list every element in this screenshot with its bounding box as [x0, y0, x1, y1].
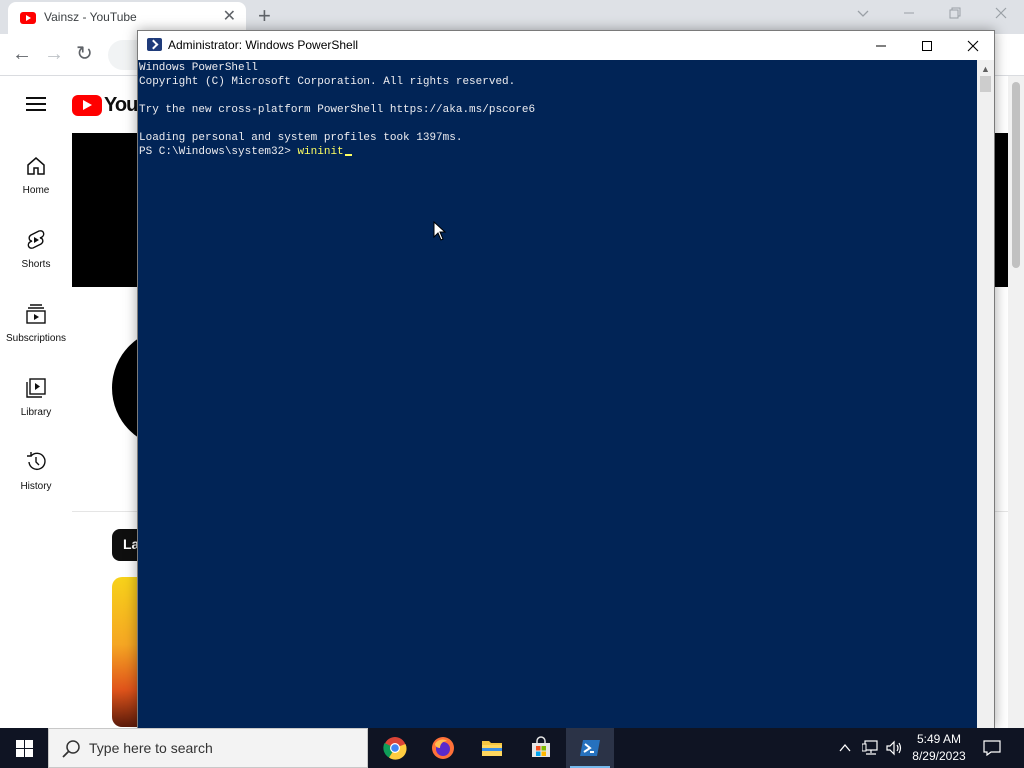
close-icon: [967, 40, 979, 51]
powershell-scrollbar[interactable]: ▲: [977, 60, 994, 728]
back-button[interactable]: ←: [12, 44, 32, 64]
browser-close-icon[interactable]: [994, 6, 1008, 25]
console-line: Loading personal and system profiles too…: [139, 132, 463, 144]
history-icon: [0, 451, 72, 475]
taskbar: Type here to search 5:49 AM 8/29/2023: [0, 728, 1024, 768]
youtube-logo-icon[interactable]: [72, 95, 102, 116]
notification-icon: [983, 740, 1001, 756]
minimize-icon: [876, 45, 886, 46]
page-scrollbar-thumb[interactable]: [1012, 82, 1020, 268]
powershell-window: Administrator: Windows PowerShell Window…: [137, 30, 995, 728]
sidebar-item-label: History: [20, 481, 52, 492]
browser-restore-icon[interactable]: [948, 6, 962, 25]
microsoft-store-icon: [532, 736, 550, 757]
search-placeholder: Type here to search: [89, 740, 213, 756]
sidebar-item-label: Library: [20, 407, 52, 418]
hamburger-menu-icon[interactable]: [26, 97, 46, 115]
browser-minimize-icon[interactable]: [902, 6, 916, 25]
sidebar-item-subscriptions[interactable]: Subscriptions: [0, 303, 72, 344]
sidebar-item-label: Home: [22, 185, 50, 196]
speaker-icon: [886, 740, 902, 756]
sidebar-item-home[interactable]: Home: [0, 155, 72, 196]
home-icon: [0, 155, 72, 179]
windows-logo-icon: [15, 739, 33, 757]
file-explorer-icon: [482, 741, 502, 756]
browser-tab-strip: Vainsz - YouTube ✕ +: [0, 0, 1024, 34]
tab-close-icon[interactable]: ✕: [223, 7, 236, 27]
youtube-favicon-icon: [20, 12, 36, 24]
taskbar-app-store[interactable]: [517, 728, 565, 768]
chevron-up-icon: [839, 743, 851, 752]
console-line: Windows PowerShell: [139, 62, 258, 74]
action-center-button[interactable]: [980, 728, 1004, 768]
shorts-icon: [0, 229, 72, 253]
clock-date: 8/29/2023: [912, 749, 966, 763]
mouse-pointer-icon: [433, 220, 447, 246]
sidebar-item-history[interactable]: History: [0, 451, 72, 492]
text-cursor: [344, 154, 352, 156]
network-icon: [862, 740, 878, 755]
sidebar-item-label: Subscriptions: [5, 333, 67, 344]
sidebar-item-shorts[interactable]: Shorts: [0, 229, 72, 270]
scroll-up-arrow-icon[interactable]: ▲: [981, 64, 990, 74]
powershell-console[interactable]: Windows PowerShell Copyright (C) Microso…: [138, 60, 977, 728]
powershell-maximize-button[interactable]: [904, 31, 950, 60]
taskbar-search-box[interactable]: Type here to search: [48, 728, 368, 768]
console-prompt: PS C:\Windows\system32>: [139, 146, 298, 158]
show-hidden-icons-button[interactable]: [838, 728, 852, 768]
volume-button[interactable]: [886, 728, 904, 768]
library-icon: [0, 377, 72, 401]
powershell-window-title: Administrator: Windows PowerShell: [168, 38, 359, 52]
search-icon: [62, 740, 80, 758]
powershell-close-button[interactable]: [950, 31, 996, 60]
powershell-icon: [147, 38, 162, 51]
powershell-scrollbar-thumb[interactable]: [980, 76, 991, 92]
sidebar-item-label: Shorts: [21, 259, 51, 270]
tab-search-icon[interactable]: [856, 6, 870, 25]
subscriptions-icon: [0, 303, 72, 327]
forward-button[interactable]: →: [44, 44, 64, 64]
console-prompt-line[interactable]: PS C:\Windows\system32> wininit: [139, 145, 977, 159]
console-line: Try the new cross-platform PowerShell ht…: [139, 104, 536, 116]
start-button[interactable]: [0, 728, 48, 768]
console-line: Copyright (C) Microsoft Corporation. All…: [139, 76, 516, 88]
powershell-icon: [580, 740, 600, 756]
sidebar-item-library[interactable]: Library: [0, 377, 72, 418]
new-tab-button[interactable]: +: [258, 4, 271, 28]
maximize-icon: [922, 40, 932, 51]
taskbar-clock[interactable]: 5:49 AM 8/29/2023: [908, 731, 970, 765]
console-command-input[interactable]: wininit: [297, 146, 343, 158]
taskbar-app-firefox[interactable]: [419, 728, 467, 768]
tab-title: Vainsz - YouTube: [44, 10, 137, 24]
taskbar-app-powershell[interactable]: [566, 728, 614, 768]
firefox-icon: [432, 737, 454, 759]
network-button[interactable]: [862, 728, 880, 768]
powershell-minimize-button[interactable]: [858, 31, 904, 60]
taskbar-app-file-explorer[interactable]: [468, 728, 516, 768]
reload-button[interactable]: ↻: [76, 44, 93, 64]
clock-time: 5:49 AM: [916, 732, 962, 746]
powershell-title-bar[interactable]: Administrator: Windows PowerShell: [138, 31, 994, 60]
chrome-icon: [383, 737, 407, 760]
taskbar-app-chrome[interactable]: [371, 728, 419, 768]
